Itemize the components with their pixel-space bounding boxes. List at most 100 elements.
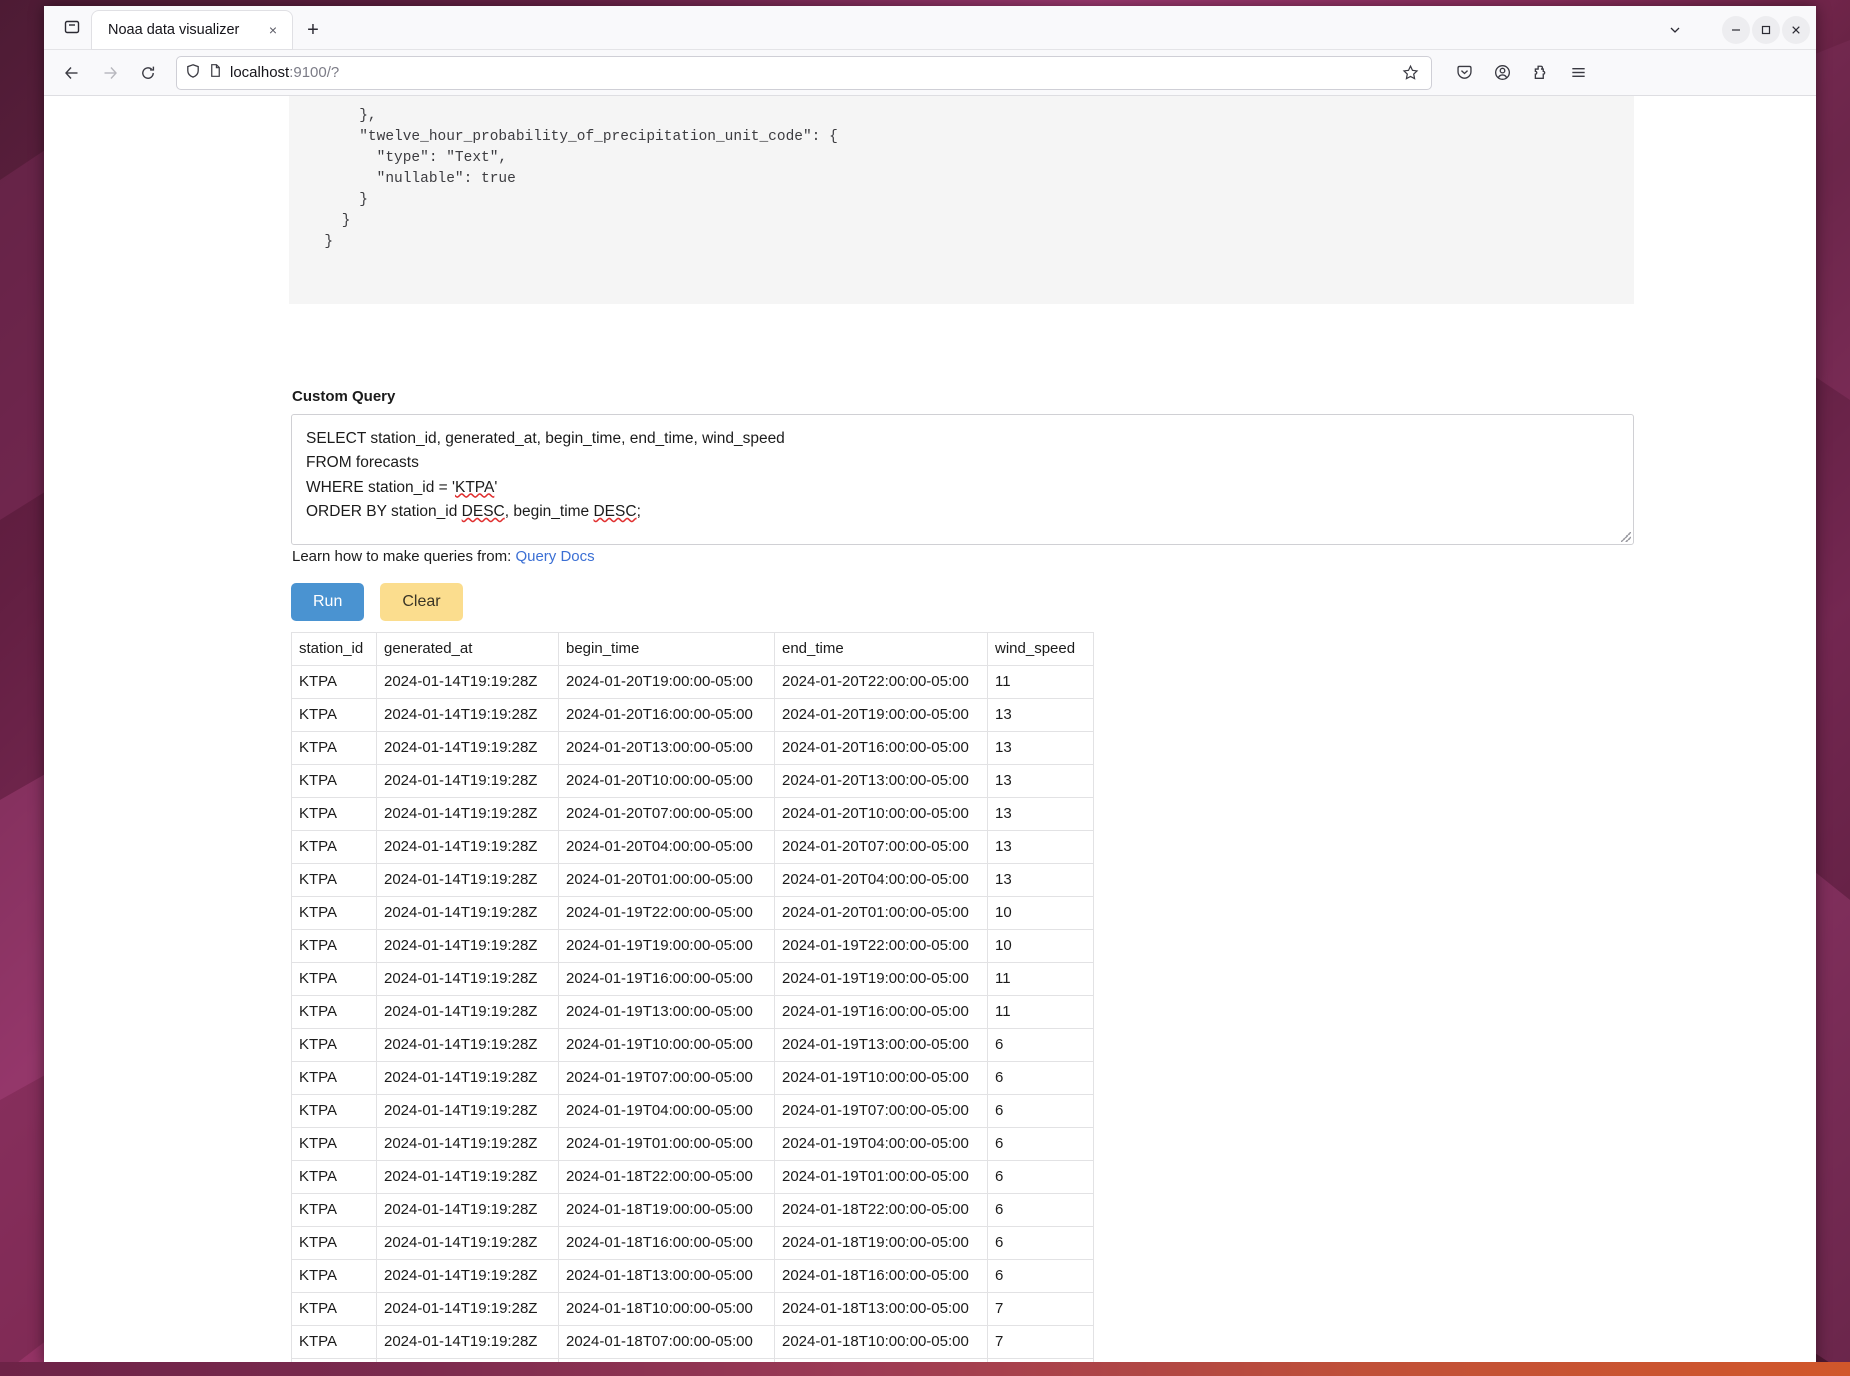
cell-end_time: 2024-01-19T01:00:00-05:00	[774, 1160, 988, 1194]
shield-icon[interactable]	[185, 63, 201, 83]
query-input[interactable]: SELECT station_id, generated_at, begin_t…	[291, 414, 1634, 545]
cell-generated_at: 2024-01-14T19:19:28Z	[376, 1226, 559, 1260]
minimize-button[interactable]	[1722, 16, 1750, 44]
cell-end_time: 2024-01-19T13:00:00-05:00	[774, 1028, 988, 1062]
cell-generated_at: 2024-01-14T19:19:28Z	[376, 698, 559, 732]
table-row: KTPA 2024-01-14T19:19:28Z 2024-01-19T01:00…	[291, 1127, 1094, 1161]
results-table-head: station_id generated_at begin_time end_time…	[291, 632, 1094, 666]
table-row: KTPA 2024-01-14T19:19:28Z 2024-01-18T22:00…	[291, 1160, 1094, 1194]
cell-wind_speed: 6	[987, 1193, 1094, 1227]
column-header-wind_speed: wind_speed	[987, 632, 1094, 666]
cell-generated_at: 2024-01-14T19:19:28Z	[376, 1160, 559, 1194]
cell-generated_at: 2024-01-14T19:19:28Z	[376, 830, 559, 864]
tab-title: Noaa data visualizer	[108, 22, 240, 38]
browser-window: Noaa data visualizer × + localhost:9100/…	[44, 6, 1816, 1364]
run-button[interactable]: Run	[291, 583, 365, 621]
cell-begin_time: 2024-01-19T04:00:00-05:00	[558, 1094, 775, 1128]
back-arrow-icon[interactable]	[54, 56, 90, 90]
cell-begin_time: 2024-01-20T01:00:00-05:00	[558, 863, 775, 897]
cell-generated_at: 2024-01-14T19:19:28Z	[376, 962, 559, 996]
cell-begin_time: 2024-01-20T07:00:00-05:00	[558, 797, 775, 831]
cell-generated_at: 2024-01-14T19:19:28Z	[376, 896, 559, 930]
table-row: KTPA 2024-01-14T19:19:28Z 2024-01-18T07:00…	[291, 1325, 1094, 1359]
cell-generated_at: 2024-01-14T19:19:28Z	[376, 863, 559, 897]
cell-begin_time: 2024-01-19T10:00:00-05:00	[558, 1028, 775, 1062]
table-row: KTPA 2024-01-14T19:19:28Z 2024-01-20T07:00…	[291, 797, 1094, 831]
close-window-button[interactable]	[1782, 16, 1810, 44]
column-header-station_id: station_id	[291, 632, 377, 666]
chevron-down-icon[interactable]	[1658, 15, 1692, 45]
window-controls	[1658, 15, 1810, 45]
learn-prefix-text: Learn how to make queries from:	[292, 548, 516, 565]
close-icon[interactable]: ×	[262, 19, 284, 41]
cell-wind_speed: 7	[987, 1292, 1094, 1326]
clear-button[interactable]: Clear	[380, 583, 463, 621]
cell-begin_time: 2024-01-18T13:00:00-05:00	[558, 1259, 775, 1293]
address-bar[interactable]: localhost:9100/?	[176, 55, 1432, 90]
cell-wind_speed: 6	[987, 1061, 1094, 1095]
cell-station_id: KTPA	[291, 1193, 377, 1227]
cell-end_time: 2024-01-18T10:00:00-05:00	[774, 1325, 988, 1359]
column-header-begin_time: begin_time	[558, 632, 775, 666]
cell-end_time: 2024-01-18T16:00:00-05:00	[774, 1259, 988, 1293]
query-docs-link[interactable]: Query Docs	[515, 548, 594, 565]
table-row: KTPA 2024-01-14T19:19:28Z 2024-01-20T16:00…	[291, 698, 1094, 732]
cell-wind_speed: 7	[987, 1325, 1094, 1359]
cell-station_id: KTPA	[291, 1127, 377, 1161]
url-text: localhost:9100/?	[230, 64, 340, 81]
cell-begin_time: 2024-01-18T19:00:00-05:00	[558, 1193, 775, 1227]
cell-end_time: 2024-01-20T22:00:00-05:00	[774, 665, 988, 699]
reload-icon[interactable]	[130, 56, 166, 90]
navigation-toolbar: localhost:9100/?	[44, 50, 1816, 96]
cell-station_id: KTPA	[291, 797, 377, 831]
cell-end_time: 2024-01-19T10:00:00-05:00	[774, 1061, 988, 1095]
cell-wind_speed: 6	[987, 1160, 1094, 1194]
cell-station_id: KTPA	[291, 1325, 377, 1359]
cell-generated_at: 2024-01-14T19:19:28Z	[376, 1292, 559, 1326]
cell-end_time: 2024-01-20T01:00:00-05:00	[774, 896, 988, 930]
cell-end_time: 2024-01-19T04:00:00-05:00	[774, 1127, 988, 1161]
cell-end_time: 2024-01-20T19:00:00-05:00	[774, 698, 988, 732]
maximize-button[interactable]	[1752, 16, 1780, 44]
forward-arrow-icon[interactable]	[92, 56, 128, 90]
table-row: KTPA 2024-01-14T19:19:28Z 2024-01-19T04:00…	[291, 1094, 1094, 1128]
page-icon[interactable]	[208, 63, 223, 82]
query-line-2: FROM forecasts	[306, 454, 419, 472]
cell-station_id: KTPA	[291, 962, 377, 996]
tab-strip: Noaa data visualizer × +	[44, 6, 1816, 50]
extensions-icon[interactable]	[1522, 56, 1558, 90]
table-row: KTPA 2024-01-14T19:19:28Z 2024-01-20T13:00…	[291, 731, 1094, 765]
cell-begin_time: 2024-01-19T19:00:00-05:00	[558, 929, 775, 963]
list-all-tabs-icon[interactable]	[52, 7, 92, 47]
cell-wind_speed: 11	[987, 962, 1094, 996]
account-icon[interactable]	[1484, 56, 1520, 90]
query-line-1: SELECT station_id, generated_at, begin_t…	[306, 430, 785, 447]
column-header-end_time: end_time	[774, 632, 988, 666]
table-row: KTPA 2024-01-14T19:19:28Z 2024-01-20T10:00…	[291, 764, 1094, 798]
star-icon[interactable]	[1397, 60, 1423, 86]
desktop-taskbar[interactable]	[0, 1362, 1850, 1376]
cell-station_id: KTPA	[291, 863, 377, 897]
cell-generated_at: 2024-01-14T19:19:28Z	[376, 929, 559, 963]
new-tab-button[interactable]: +	[296, 13, 330, 47]
cell-station_id: KTPA	[291, 995, 377, 1029]
hamburger-menu-icon[interactable]	[1560, 56, 1596, 90]
cell-end_time: 2024-01-18T13:00:00-05:00	[774, 1292, 988, 1326]
cell-generated_at: 2024-01-14T19:19:28Z	[376, 665, 559, 699]
cell-station_id: KTPA	[291, 698, 377, 732]
cell-wind_speed: 6	[987, 1259, 1094, 1293]
cell-wind_speed: 13	[987, 698, 1094, 732]
cell-station_id: KTPA	[291, 1061, 377, 1095]
cell-begin_time: 2024-01-18T07:00:00-05:00	[558, 1325, 775, 1359]
browser-tab[interactable]: Noaa data visualizer ×	[92, 11, 292, 49]
resize-handle[interactable]	[1621, 532, 1631, 542]
save-to-pocket-icon[interactable]	[1446, 56, 1482, 90]
cell-end_time: 2024-01-18T22:00:00-05:00	[774, 1193, 988, 1227]
cell-wind_speed: 11	[987, 995, 1094, 1029]
cell-generated_at: 2024-01-14T19:19:28Z	[376, 1193, 559, 1227]
cell-station_id: KTPA	[291, 764, 377, 798]
table-row: KTPA 2024-01-14T19:19:28Z 2024-01-18T10:00…	[291, 1292, 1094, 1326]
table-row: KTPA 2024-01-14T19:19:28Z 2024-01-20T01:00…	[291, 863, 1094, 897]
cell-end_time: 2024-01-20T10:00:00-05:00	[774, 797, 988, 831]
table-row: KTPA 2024-01-14T19:19:28Z 2024-01-19T13:00…	[291, 995, 1094, 1029]
